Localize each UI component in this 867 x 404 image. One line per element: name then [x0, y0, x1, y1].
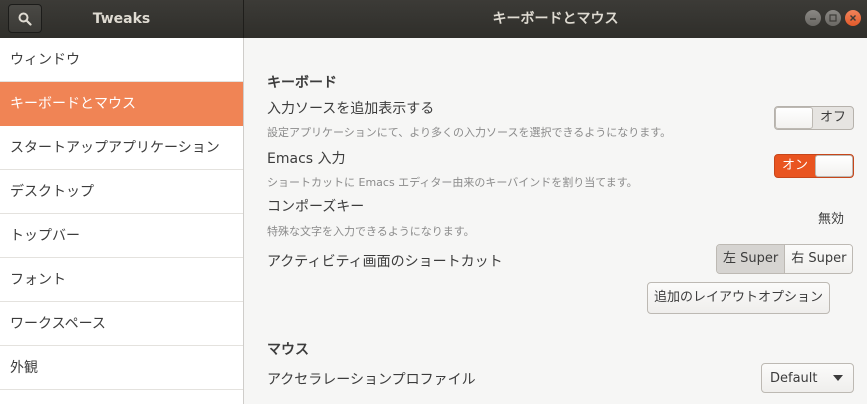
header-right: キーボードとマウス — [244, 0, 867, 38]
maximize-button[interactable] — [825, 10, 841, 26]
compose-key-desc: 特殊な文字を入力できるようになります。 — [267, 225, 475, 238]
emacs-switch[interactable]: オン — [774, 154, 854, 178]
maximize-icon — [829, 14, 837, 22]
switch-state-label: オン — [781, 158, 808, 173]
window-controls — [805, 10, 861, 26]
additional-layout-options-button[interactable]: 追加のレイアウトオプション — [647, 282, 831, 314]
compose-key-value[interactable]: 無効 — [818, 208, 844, 227]
chevron-down-icon — [833, 375, 843, 381]
switch-state-label: オフ — [819, 110, 846, 125]
input-sources-switch[interactable]: オフ — [774, 106, 854, 130]
header-bar: Tweaks キーボードとマウス — [0, 0, 867, 38]
sidebar-item-startup-applications[interactable]: スタートアップアプリケーション — [0, 126, 243, 170]
sidebar-item-keyboard-mouse[interactable]: キーボードとマウス — [0, 82, 243, 126]
overview-shortcut-selector: 左 Super 右 Super — [716, 244, 854, 274]
close-button[interactable] — [845, 10, 861, 26]
minimize-icon — [810, 18, 816, 20]
app-title: Tweaks — [92, 11, 151, 27]
page-title: キーボードとマウス — [492, 11, 619, 27]
sidebar-item-windows[interactable]: ウィンドウ — [0, 38, 243, 82]
keyboard-heading: キーボード — [267, 75, 337, 91]
input-sources-desc: 設定アプリケーションにて、より多くの入力ソースを選択できるようになります。 — [267, 126, 672, 139]
input-sources-label: 入力ソースを追加表示する — [267, 101, 435, 117]
acceleration-profile-label: アクセラレーションプロファイル — [267, 372, 476, 388]
emacs-desc: ショートカットに Emacs エディター由来のキーバインドを割り当てます。 — [267, 176, 638, 189]
compose-key-label: コンポーズキー — [267, 199, 365, 215]
dropdown-value: Default — [770, 370, 818, 386]
emacs-label: Emacs 入力 — [267, 151, 346, 167]
sidebar: ウィンドウ キーボードとマウス スタートアップアプリケーション デスクトップ ト… — [0, 38, 244, 404]
close-icon — [850, 15, 856, 21]
left-super-button[interactable]: 左 Super — [717, 245, 785, 273]
acceleration-profile-dropdown[interactable]: Default — [761, 363, 854, 393]
minimize-button[interactable] — [805, 10, 821, 26]
switch-knob — [775, 107, 813, 129]
sidebar-item-fonts[interactable]: フォント — [0, 258, 243, 302]
sidebar-item-appearance[interactable]: 外観 — [0, 346, 243, 390]
right-super-button[interactable]: 右 Super — [784, 245, 853, 273]
header-left: Tweaks — [0, 0, 244, 38]
sidebar-item-desktop[interactable]: デスクトップ — [0, 170, 243, 214]
main-panel: キーボード 入力ソースを追加表示する 設定アプリケーションにて、より多くの入力ソ… — [245, 38, 867, 404]
sidebar-item-top-bar[interactable]: トップバー — [0, 214, 243, 258]
sidebar-item-workspaces[interactable]: ワークスペース — [0, 302, 243, 346]
overview-shortcut-label: アクティビティ画面のショートカット — [267, 254, 503, 270]
mouse-heading: マウス — [267, 342, 309, 358]
switch-knob — [815, 155, 853, 177]
